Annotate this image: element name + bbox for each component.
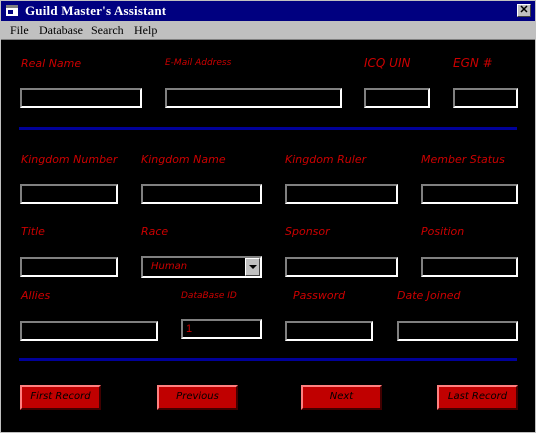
label-kingdom-number: Kingdom Number (21, 153, 118, 166)
label-allies: Allies (21, 289, 51, 302)
chevron-down-icon (249, 265, 257, 269)
app-icon (6, 5, 18, 16)
race-dropdown-button[interactable] (245, 258, 260, 276)
kingdom-number-field[interactable] (20, 184, 118, 204)
label-password: Password (293, 289, 346, 302)
label-title: Title (21, 225, 45, 238)
previous-button[interactable]: Previous (157, 385, 238, 410)
close-button[interactable]: ✕ (517, 4, 531, 17)
title-field[interactable] (20, 257, 118, 277)
title-bar: Guild Master's Assistant ✕ (1, 1, 535, 21)
main-window: Guild Master's Assistant ✕ File Database… (0, 0, 536, 433)
label-position: Position (421, 225, 465, 238)
label-icq-uin: ICQ UIN (364, 56, 411, 70)
label-real-name: Real Name (21, 57, 82, 70)
position-field[interactable] (421, 257, 518, 277)
race-select[interactable]: Human (141, 256, 262, 278)
close-icon: ✕ (519, 4, 529, 16)
menu-database[interactable]: Database (39, 23, 83, 38)
race-selected-value: Human (151, 261, 188, 272)
menu-help[interactable]: Help (134, 23, 157, 38)
label-kingdom-name: Kingdom Name (141, 153, 226, 166)
separator-top (19, 127, 517, 130)
menu-file[interactable]: File (10, 23, 29, 38)
last-record-button[interactable]: Last Record (437, 385, 518, 410)
date-joined-field[interactable] (397, 321, 518, 341)
menu-bar: File Database Search Help (1, 21, 535, 40)
email-field[interactable] (165, 88, 342, 108)
next-button[interactable]: Next (301, 385, 382, 410)
label-kingdom-ruler: Kingdom Ruler (285, 153, 367, 166)
egn-field[interactable] (453, 88, 518, 108)
kingdom-ruler-field[interactable] (285, 184, 398, 204)
label-egn: EGN # (453, 56, 493, 70)
label-date-joined: Date Joined (397, 289, 461, 302)
menu-search[interactable]: Search (91, 23, 124, 38)
label-member-status: Member Status (421, 153, 505, 166)
member-status-field[interactable] (421, 184, 518, 204)
label-email: E-Mail Address (165, 58, 232, 68)
password-field[interactable] (285, 321, 373, 341)
icq-uin-field[interactable] (364, 88, 430, 108)
first-record-button[interactable]: First Record (20, 385, 101, 410)
label-sponsor: Sponsor (285, 225, 330, 238)
database-id-field[interactable]: 1 (181, 319, 262, 339)
allies-field[interactable] (20, 321, 158, 341)
real-name-field[interactable] (20, 88, 142, 108)
kingdom-name-field[interactable] (141, 184, 262, 204)
label-database-id: DataBase ID (181, 291, 237, 301)
sponsor-field[interactable] (285, 257, 398, 277)
separator-bottom (19, 358, 517, 361)
label-race: Race (141, 225, 169, 238)
window-title: Guild Master's Assistant (25, 3, 167, 18)
